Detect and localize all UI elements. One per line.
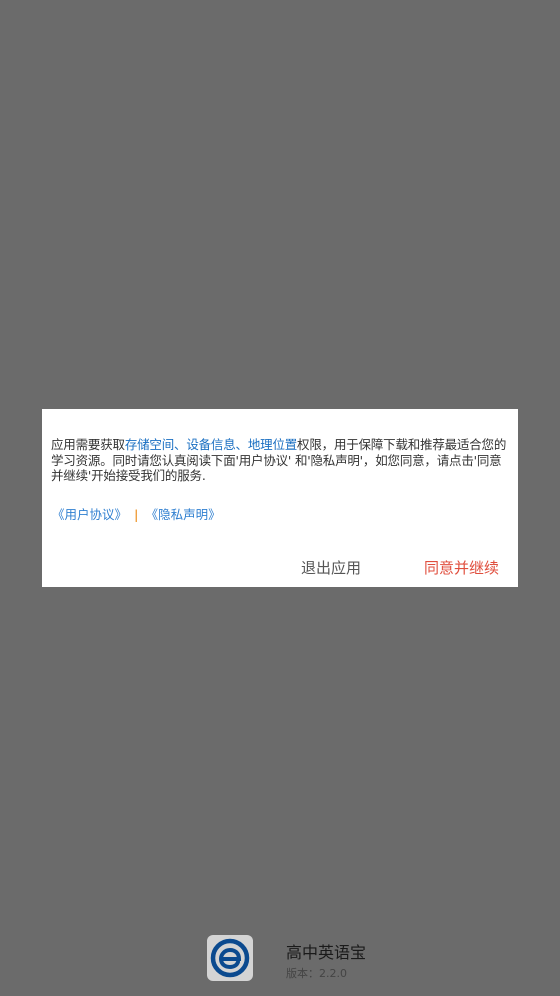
app-version: 版本：2.2.0 xyxy=(286,967,347,980)
user-agreement-link[interactable]: 《用户协议》 xyxy=(52,507,127,522)
perm-device: 设备信息 xyxy=(186,437,236,452)
app-branding: 高中英语宝 版本：2.2.0 xyxy=(207,935,407,985)
perm-storage: 存储空间 xyxy=(124,437,175,452)
privacy-policy-link[interactable]: 《隐私声明》 xyxy=(146,507,221,522)
perm-separator: 、 xyxy=(235,437,249,452)
message-prefix: 应用需要获取 xyxy=(51,437,125,452)
permission-dialog: 应用需要获取存储空间、设备信息、地理位置权限，用于保障下载和推荐最适合您的学习资… xyxy=(42,409,518,587)
perm-separator: 、 xyxy=(174,437,187,452)
agree-continue-button[interactable]: 同意并继续 xyxy=(424,557,499,578)
permission-message: 应用需要获取存储空间、设备信息、地理位置权限，用于保障下载和推荐最适合您的学习资… xyxy=(51,437,511,484)
perm-location: 地理位置 xyxy=(247,437,298,452)
e-logo-icon xyxy=(207,935,253,981)
link-separator: | xyxy=(134,507,139,522)
app-name: 高中英语宝 xyxy=(286,943,367,962)
splash-screen: 应用需要获取存储空间、设备信息、地理位置权限，用于保障下载和推荐最适合您的学习资… xyxy=(0,0,560,996)
exit-app-button[interactable]: 退出应用 xyxy=(301,557,361,578)
agreement-links: 《用户协议》 | 《隐私声明》 xyxy=(52,504,221,523)
